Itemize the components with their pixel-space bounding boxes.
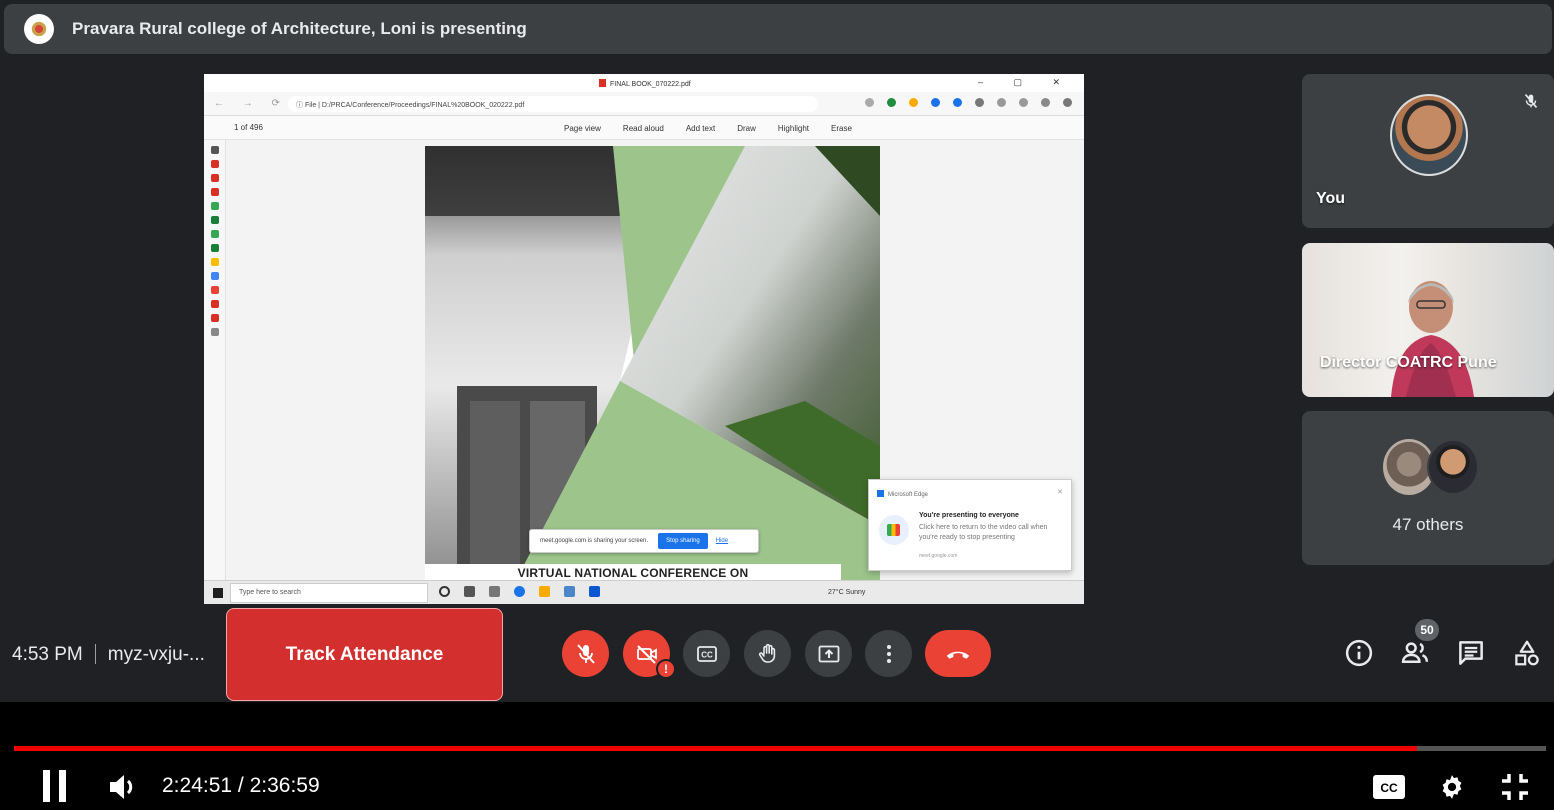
- pdf-tool-erase: Erase: [831, 124, 852, 133]
- video-player-bar: 2:24:51 / 2:36:59 CC: [0, 702, 1554, 810]
- activities-icon[interactable]: [1512, 638, 1542, 668]
- progress-bar[interactable]: [14, 746, 1546, 751]
- leave-call-button[interactable]: [925, 630, 991, 677]
- raise-hand-icon: [758, 643, 775, 663]
- pdf-tool-draw: Draw: [737, 124, 756, 133]
- info-icon[interactable]: [1344, 638, 1374, 668]
- hang-up-icon: [946, 651, 970, 659]
- mic-off-icon: [576, 643, 595, 664]
- toast-close-icon[interactable]: ✕: [1057, 488, 1063, 496]
- extension-icons: [865, 98, 1072, 107]
- conference-heading: VIRTUAL NATIONAL CONFERENCE ON: [425, 564, 841, 580]
- pdf-tool-add-text: Add text: [685, 124, 716, 133]
- camera-off-icon: [636, 644, 657, 664]
- chat-icon[interactable]: [1456, 638, 1486, 668]
- presenter-banner: Pravara Rural college of Architecture, L…: [4, 4, 1552, 54]
- sharing-notification-bar: meet.google.com is sharing your screen. …: [529, 529, 759, 553]
- participant-name: Director COATRC Pune: [1320, 354, 1497, 371]
- exit-fullscreen-icon[interactable]: [1500, 772, 1530, 802]
- meeting-time: 4:53 PM: [12, 644, 83, 665]
- participant-tile-director[interactable]: Director COATRC Pune: [1302, 243, 1554, 397]
- settings-icon[interactable]: [1437, 772, 1467, 802]
- people-icon[interactable]: [1400, 638, 1430, 668]
- meet-control-bar: 4:53 PM myz-vxju-... Track Attendance ! C…: [0, 606, 1554, 702]
- windows-start-icon: [213, 588, 223, 598]
- participant-video: [1391, 281, 1474, 397]
- captions-icon: CC: [696, 645, 717, 662]
- nav-arrows-icon: ← → ⟳: [214, 98, 288, 109]
- windows-taskbar: Type here to search 27°C Sunny 4:53 PM 0…: [204, 580, 1084, 604]
- playback-time: 2:24:51 / 2:36:59: [162, 774, 320, 797]
- google-meet-icon: [879, 515, 909, 545]
- mic-toggle-button[interactable]: [562, 630, 609, 677]
- camera-warning-badge: !: [656, 659, 676, 679]
- pdf-tool-read-aloud: Read aloud: [622, 124, 664, 133]
- more-options-icon: [886, 644, 891, 663]
- cover-artwork: [425, 146, 880, 582]
- pdf-page-field: 1 of 496: [234, 123, 263, 132]
- taskbar-search: Type here to search: [230, 583, 428, 603]
- captions-button[interactable]: CC: [683, 630, 730, 677]
- present-button[interactable]: [805, 630, 852, 677]
- svg-text:CC: CC: [1380, 781, 1398, 795]
- svg-text:CC: CC: [701, 650, 713, 659]
- toast-source: meet.google.com: [919, 553, 958, 559]
- toast-app-name: Microsoft Edge: [877, 490, 928, 498]
- meeting-info: 4:53 PM myz-vxju-...: [12, 644, 205, 666]
- meet-recording-root: Pravara Rural college of Architecture, L…: [0, 0, 1554, 810]
- subtitles-icon[interactable]: CC: [1372, 774, 1406, 800]
- progress-fill: [14, 746, 1417, 751]
- taskbar-weather: 27°C Sunny: [828, 589, 866, 596]
- shared-screen: FINAL BOOK_070222.pdf – ▢ ✕ ← → ⟳ ⓘ File…: [204, 74, 1084, 604]
- others-count: 47 others: [1392, 515, 1464, 534]
- url-field: ⓘ File | D:/PRCA/Conference/Proceedings/…: [288, 96, 818, 112]
- toast-title: You're presenting to everyone: [919, 512, 1019, 519]
- address-bar: ← → ⟳ ⓘ File | D:/PRCA/Conference/Procee…: [204, 92, 1084, 116]
- participant-tile-you[interactable]: You: [1302, 74, 1554, 228]
- taskbar-clock: 4:53 PM 04/02/2022: [1020, 584, 1051, 598]
- taskbar-apps: [439, 586, 600, 597]
- pdf-tools: Page view Read aloud Add text Draw Highlight…: [564, 124, 852, 133]
- pdf-tool-page-view: Page view: [564, 124, 601, 133]
- track-attendance-button[interactable]: Track Attendance: [226, 608, 503, 701]
- edge-sidebar: [204, 140, 226, 580]
- pdf-cover-page: [425, 146, 880, 582]
- participant-name: You: [1316, 190, 1346, 207]
- window-title: FINAL BOOK_070222.pdf: [599, 79, 691, 88]
- stop-sharing-button[interactable]: Stop sharing: [658, 533, 708, 549]
- mic-off-icon: [1520, 90, 1542, 112]
- avatar: [1427, 439, 1479, 495]
- presenting-toast[interactable]: Microsoft Edge ✕ You're presenting to ev…: [868, 479, 1072, 571]
- window-controls: – ▢ ✕: [977, 77, 1074, 87]
- volume-icon[interactable]: [108, 773, 138, 801]
- meeting-code: myz-vxju-...: [107, 644, 205, 665]
- pause-icon[interactable]: [40, 770, 70, 802]
- pdf-toolbar: 1 of 496 Page view Read aloud Add text Draw…: [204, 116, 1084, 140]
- browser-titlebar: FINAL BOOK_070222.pdf – ▢ ✕: [204, 74, 1084, 92]
- avatar: [1390, 94, 1468, 176]
- presenter-banner-title: Pravara Rural college of Architecture, L…: [72, 19, 527, 38]
- toast-body: Click here to return to the video call w…: [919, 524, 1048, 541]
- more-options-button[interactable]: [865, 630, 912, 677]
- raise-hand-button[interactable]: [744, 630, 791, 677]
- sharing-text: meet.google.com is sharing your screen.: [540, 538, 649, 544]
- college-crest-logo: [24, 14, 54, 44]
- participant-tile-others[interactable]: 47 others: [1302, 411, 1554, 565]
- hide-sharing-link[interactable]: Hide: [716, 538, 728, 544]
- present-icon: [818, 645, 839, 662]
- pdf-tool-highlight: Highlight: [777, 124, 810, 133]
